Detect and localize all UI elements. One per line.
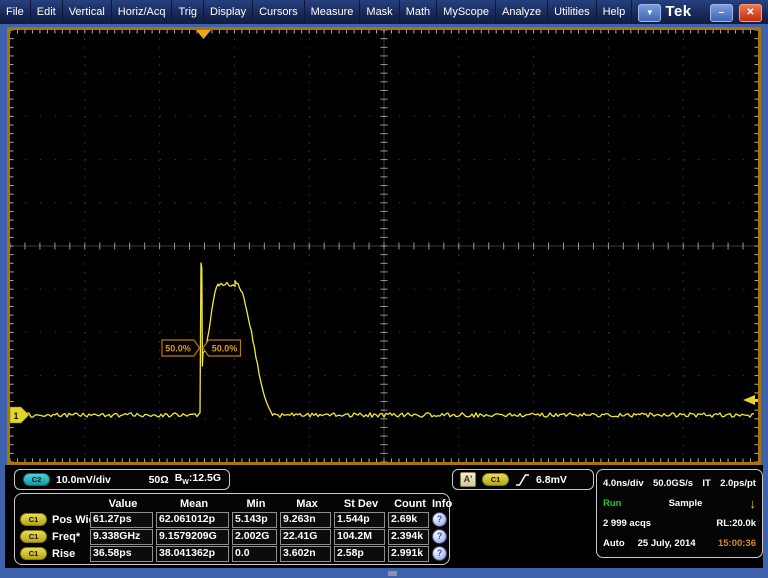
channel-2-badge[interactable]: C2: [23, 473, 50, 486]
col-info: Info: [432, 498, 452, 510]
minimize-button[interactable]: –: [710, 4, 733, 22]
trigger-level-arrow[interactable]: [743, 395, 758, 405]
col-count: Count: [388, 498, 432, 510]
status-panel: C2 10.0mV/div 50Ω BW:12.5G A' C1 6.8mV 4…: [5, 465, 763, 568]
bandwidth-readout: BW:12.5G: [175, 472, 221, 486]
date: 25 July, 2014: [638, 538, 696, 549]
resize-handle[interactable]: [388, 571, 397, 576]
rise-stdev: 2.58p: [334, 546, 385, 562]
rise-count: 2.991k: [388, 546, 429, 562]
trigger-source-badge[interactable]: C1: [482, 473, 509, 486]
col-max: Max: [280, 498, 334, 510]
ref-level-callouts: 50.0% 50.0%: [162, 340, 241, 356]
freq-mean: 9.1579209G: [156, 529, 229, 545]
menu-item-mask[interactable]: Mask: [360, 0, 399, 24]
rise-min: 0.0: [232, 546, 277, 562]
rise-value: 36.58ps: [90, 546, 153, 562]
menu-item-trig[interactable]: Trig: [172, 0, 204, 24]
measurement-header-row: Value Mean Min Max St Dev Count Info: [20, 496, 444, 511]
measurement-table: Value Mean Min Max St Dev Count Info C1 …: [14, 493, 450, 565]
menu-item-vertical[interactable]: Vertical: [63, 0, 112, 24]
rise-mean: 38.041362p: [156, 546, 229, 562]
input-impedance: 50Ω: [149, 474, 169, 486]
close-button[interactable]: ✕: [739, 4, 762, 22]
measurement-name: Freq*: [52, 531, 80, 543]
col-min: Min: [232, 498, 280, 510]
menu-item-analyze[interactable]: Analyze: [496, 0, 548, 24]
freq-count: 2.394k: [388, 529, 429, 545]
trigger-position-marker[interactable]: [196, 30, 211, 39]
waveform-display[interactable]: 1 50.0% 50.0%: [7, 27, 761, 465]
horizontal-readout[interactable]: 4.0ns/div 50.0GS/s IT 2.0ps/pt Run Sampl…: [596, 469, 763, 558]
info-icon[interactable]: ?: [432, 546, 447, 561]
oscilloscope-window: { "window": { "brand": "Tek", "minimize_…: [0, 0, 768, 578]
menu-item-horiz-acq[interactable]: Horiz/Acq: [112, 0, 173, 24]
col-mean: Mean: [156, 498, 232, 510]
table-row-pos-wid: C1 Pos Wid 61.27ps 62.061012p 5.143p 9.2…: [20, 511, 444, 528]
rising-edge-icon: [515, 473, 530, 487]
info-icon[interactable]: ?: [432, 512, 447, 527]
table-row-rise: C1 Rise 36.58ps 38.041362p 0.0 3.602n 2.…: [20, 545, 444, 562]
info-icon[interactable]: ?: [432, 529, 447, 544]
pos-wid-mean: 62.061012p: [156, 512, 229, 528]
menu-item-measure[interactable]: Measure: [305, 0, 361, 24]
menu-item-cursors[interactable]: Cursors: [253, 0, 305, 24]
graticule: 1 50.0% 50.0%: [10, 30, 758, 462]
pos-wid-value: 61.27ps: [90, 512, 153, 528]
trigger-event-badge: A': [460, 472, 476, 487]
vertical-readout[interactable]: C2 10.0mV/div 50Ω BW:12.5G: [14, 469, 230, 490]
freq-stdev: 104.2M: [334, 529, 385, 545]
sample-rate: 50.0GS/s: [653, 478, 693, 489]
trigger-level-value: 6.8mV: [536, 474, 567, 486]
channel-1-badge[interactable]: C1: [20, 513, 47, 526]
pos-wid-count: 2.69k: [388, 512, 429, 528]
acquisition-mode: Sample: [669, 498, 703, 509]
run-state: Run: [603, 498, 621, 509]
menu-item-myscope[interactable]: MyScope: [437, 0, 496, 24]
trigger-readout[interactable]: A' C1 6.8mV: [452, 469, 594, 490]
vertical-scale: 10.0mV/div: [56, 474, 111, 486]
record-length: RL:20.0k: [716, 518, 756, 529]
sampling-mode: IT: [702, 478, 710, 489]
col-value: Value: [90, 498, 156, 510]
ref-level-left-label: 50.0%: [165, 344, 191, 354]
menu-item-utilities[interactable]: Utilities: [548, 0, 596, 24]
arrow-down-icon: ↓: [749, 497, 756, 510]
menu-item-file[interactable]: File: [0, 0, 31, 24]
menu-item-math[interactable]: Math: [400, 0, 437, 24]
measurement-name: Pos Wid: [52, 514, 95, 526]
freq-min: 2.002G: [232, 529, 277, 545]
resolution: 2.0ps/pt: [720, 478, 756, 489]
acquisition-count: 2 999 acqs: [603, 518, 651, 529]
pos-wid-max: 9.263n: [280, 512, 331, 528]
pos-wid-min: 5.143p: [232, 512, 277, 528]
menu-item-help[interactable]: Help: [597, 0, 633, 24]
ref-level-right-label: 50.0%: [212, 344, 238, 354]
menu-item-edit[interactable]: Edit: [31, 0, 63, 24]
menu-item-display[interactable]: Display: [204, 0, 253, 24]
channel-1-badge[interactable]: C1: [20, 547, 47, 560]
menu-bar: File Edit Vertical Horiz/Acq Trig Displa…: [0, 0, 768, 24]
timebase: 4.0ns/div: [603, 478, 644, 489]
bw-value: :12.5G: [189, 472, 221, 484]
rise-max: 3.602n: [280, 546, 331, 562]
bw-sub: W: [182, 480, 189, 487]
channel-1-label: 1: [13, 411, 18, 421]
table-row-freq: C1 Freq* 9.338GHz 9.1579209G 2.002G 22.4…: [20, 528, 444, 545]
channel-1-badge[interactable]: C1: [20, 530, 47, 543]
clock-time: 15:00:36: [718, 538, 756, 549]
tek-logo: Tek: [665, 0, 691, 24]
chevron-down-icon[interactable]: ▼: [638, 4, 661, 22]
measurement-name: Rise: [52, 548, 75, 560]
channel-1-marker[interactable]: 1: [10, 407, 29, 423]
freq-value: 9.338GHz: [90, 529, 153, 545]
col-stdev: St Dev: [334, 498, 388, 510]
freq-max: 22.41G: [280, 529, 331, 545]
pos-wid-stdev: 1.544p: [334, 512, 385, 528]
trigger-mode: Auto: [603, 538, 625, 549]
